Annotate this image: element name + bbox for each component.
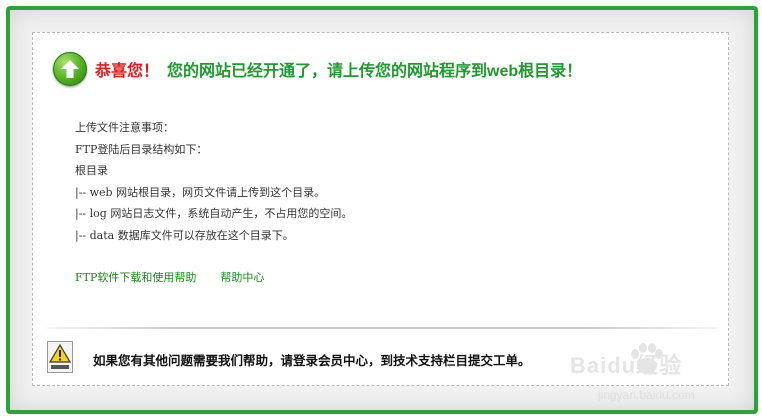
headline-message: 您的网站已经开通了，请上传您的网站程序到web根目录！: [167, 63, 583, 80]
content-panel: 恭喜您！ 您的网站已经开通了，请上传您的网站程序到web根目录！ 上传文件注意事…: [32, 32, 729, 386]
ftp-help-link[interactable]: FTP软件下载和使用帮助: [75, 269, 196, 285]
warning-icon: [47, 341, 73, 377]
upload-notes: 上传文件注意事项： FTP登陆后目录结构如下： 根目录 |-- web 网站根目…: [75, 117, 352, 246]
divider: [47, 327, 717, 329]
notes-line: |-- log 网站日志文件，系统自动产生，不占用您的空间。: [75, 207, 353, 220]
congrats-text: 恭喜您！: [95, 63, 160, 80]
footer-notice: 如果您有其他问题需要我们帮助，请登录会员中心，到技术支持栏目提交工单。: [47, 341, 531, 377]
notes-line: FTP登陆后目录结构如下：: [75, 142, 208, 156]
notes-line: |-- data 数据库文件可以存放在这个目录下。: [75, 228, 294, 242]
footer-text: 如果您有其他问题需要我们帮助，请登录会员中心，到技术支持栏目提交工单。: [93, 353, 531, 368]
help-center-link[interactable]: 帮助中心: [220, 269, 264, 285]
notes-line: 根目录: [75, 164, 108, 177]
help-links: FTP软件下载和使用帮助 帮助中心: [75, 269, 264, 285]
headline: 恭喜您！ 您的网站已经开通了，请上传您的网站程序到web根目录！: [53, 51, 582, 87]
watermark-brand: Baidu经验: [570, 353, 683, 378]
up-arrow-icon: [53, 52, 87, 86]
notes-line: |-- web 网站根目录，网页文件请上传到这个目录。: [75, 185, 326, 199]
baidu-watermark: Baidu经验 jingyan.baidu.com: [570, 338, 740, 416]
watermark-url: jingyan.baidu.com: [598, 388, 695, 402]
notes-title: 上传文件注意事项：: [75, 121, 174, 134]
